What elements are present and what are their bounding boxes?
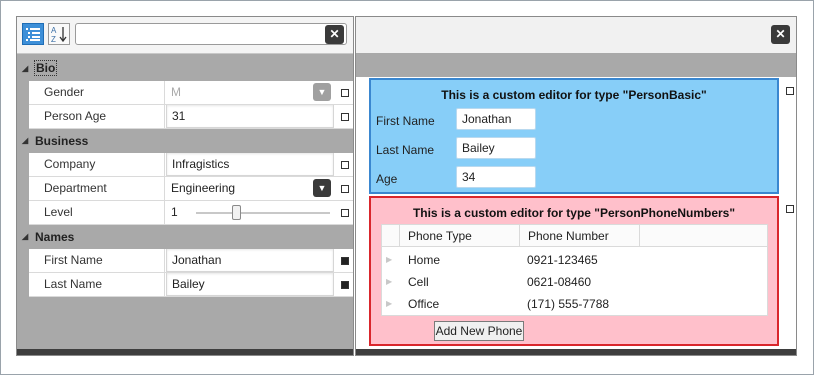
categorized-view-button[interactable] (22, 23, 44, 45)
phone-number-cell[interactable]: (171) 555-7788 (527, 293, 609, 315)
categorized-list-icon (26, 28, 40, 41)
category-business[interactable]: ◢ Business (17, 129, 353, 153)
property-row-department: Department Engineering ▼ (29, 177, 353, 201)
property-grid-toolbar: A Z ✕ (17, 17, 353, 54)
row-header-column (382, 225, 400, 247)
property-name: Person Age (29, 105, 165, 128)
slider-track[interactable] (196, 212, 330, 214)
slider-value: 1 (171, 205, 178, 219)
phone-number-cell[interactable]: 0621-08460 (527, 271, 591, 293)
custom-editors-area: This is a custom editor for type "Person… (356, 77, 796, 351)
collapse-triangle-icon[interactable]: ◢ (22, 57, 28, 81)
property-text-editor[interactable]: Jonathan (166, 249, 334, 272)
property-text-editor[interactable]: 31 (166, 105, 334, 128)
property-row-person-age: Person Age 31 (29, 105, 353, 129)
last-name-input[interactable]: Bailey (456, 137, 536, 159)
search-input[interactable] (75, 23, 347, 45)
phone-editor-title: This is a custom editor for type "Person… (412, 206, 736, 220)
property-row-company: Company Infragistics (29, 153, 353, 177)
table-row[interactable]: ▶ Office (171) 555-7788 (382, 293, 767, 315)
age-input[interactable]: 34 (456, 166, 536, 188)
phone-numbers-editor: This is a custom editor for type "Person… (369, 196, 779, 346)
category-label: Business (35, 134, 89, 148)
alphabetical-view-button[interactable]: A Z (48, 23, 70, 45)
property-row-gender: Gender M ▼ (29, 81, 353, 105)
property-grid-toolbar-right: ✕ (356, 17, 796, 54)
property-row-last-name: Last Name Bailey (29, 273, 353, 297)
property-name: Last Name (29, 273, 165, 296)
property-value: Jonathan (172, 253, 222, 267)
phone-type-cell[interactable]: Office (408, 293, 439, 315)
property-name: Company (29, 153, 165, 176)
slider-thumb[interactable] (232, 205, 241, 220)
property-value: 31 (172, 109, 186, 123)
property-checkbox[interactable] (341, 161, 349, 169)
property-combo-editor[interactable]: M ▼ (166, 81, 334, 104)
property-grid-bottom-bar (17, 349, 353, 355)
phone-number-cell[interactable]: 0921-123465 (527, 249, 598, 271)
property-combo-editor[interactable]: Engineering ▼ (166, 177, 334, 200)
property-grid-right: ✕ This is a custom editor for type "Pers… (355, 16, 797, 356)
add-new-phone-button[interactable]: Add New Phone (434, 321, 524, 341)
person-basic-editor-title: This is a custom editor for type "Person… (441, 88, 707, 102)
sort-az-icon: A Z (51, 26, 67, 44)
property-text-editor[interactable]: Infragistics (166, 153, 334, 176)
phone-type-cell[interactable]: Cell (408, 271, 429, 293)
property-checkbox[interactable] (341, 281, 349, 289)
row-indicator-icon: ▶ (386, 277, 393, 286)
dropdown-arrow-icon[interactable]: ▼ (313, 179, 331, 197)
basic-editor-checkbox[interactable] (786, 87, 794, 95)
property-checkbox[interactable] (341, 185, 349, 193)
property-checkbox[interactable] (341, 113, 349, 121)
phone-table: Phone Type Phone Number ▶ Home 0921-1234… (381, 224, 768, 316)
property-grid-left: A Z ✕ ◢ Bio Gender M ▼ Person Age 31 ◢ Business C… (16, 16, 354, 356)
phone-editor-checkbox[interactable] (786, 205, 794, 213)
collapse-triangle-icon[interactable]: ◢ (22, 225, 28, 249)
property-grid-rows: ◢ Bio Gender M ▼ Person Age 31 ◢ Business Company… (17, 57, 353, 297)
collapse-triangle-icon[interactable]: ◢ (22, 129, 28, 153)
property-name: First Name (29, 249, 165, 272)
property-row-first-name: First Name Jonathan (29, 249, 353, 273)
column-header-phone-type[interactable]: Phone Type (400, 225, 520, 247)
table-row[interactable]: ▶ Cell 0621-08460 (382, 271, 767, 293)
dropdown-arrow-icon[interactable]: ▼ (313, 83, 331, 101)
property-value: M (171, 85, 181, 99)
row-indicator-icon: ▶ (386, 255, 393, 264)
table-row[interactable]: ▶ Home 0921-123465 (382, 249, 767, 271)
last-name-label: Last Name (376, 143, 435, 157)
property-checkbox[interactable] (341, 257, 349, 265)
property-row-level: Level 1 (29, 201, 353, 225)
property-checkbox[interactable] (341, 89, 349, 97)
row-indicator-icon: ▶ (386, 299, 393, 308)
column-header-filler (640, 225, 767, 247)
age-label: Age (376, 172, 398, 186)
clear-search-button-right[interactable]: ✕ (771, 25, 790, 44)
category-header-right (356, 53, 796, 77)
phone-type-cell[interactable]: Home (408, 249, 440, 271)
category-label: Bio (33, 60, 58, 76)
property-value: Bailey (172, 277, 205, 291)
property-text-editor[interactable]: Bailey (166, 273, 334, 296)
property-grid-bottom-bar-right (356, 349, 796, 355)
clear-search-button[interactable]: ✕ (325, 25, 344, 44)
category-names[interactable]: ◢ Names (17, 225, 353, 249)
property-name: Department (29, 177, 165, 200)
property-checkbox[interactable] (341, 209, 349, 217)
property-value: Infragistics (172, 157, 230, 171)
first-name-input[interactable]: Jonathan (456, 108, 536, 130)
column-header-phone-number[interactable]: Phone Number (520, 225, 640, 247)
category-label: Names (35, 230, 75, 244)
property-name: Level (29, 201, 165, 224)
category-bio[interactable]: ◢ Bio (17, 57, 353, 81)
svg-text:Z: Z (51, 35, 56, 44)
property-value: Engineering (171, 181, 236, 195)
svg-text:A: A (51, 26, 57, 35)
property-slider-editor[interactable]: 1 (166, 201, 334, 224)
person-basic-editor: This is a custom editor for type "Person… (369, 78, 779, 194)
first-name-label: First Name (376, 114, 435, 128)
property-name: Gender (29, 81, 165, 104)
